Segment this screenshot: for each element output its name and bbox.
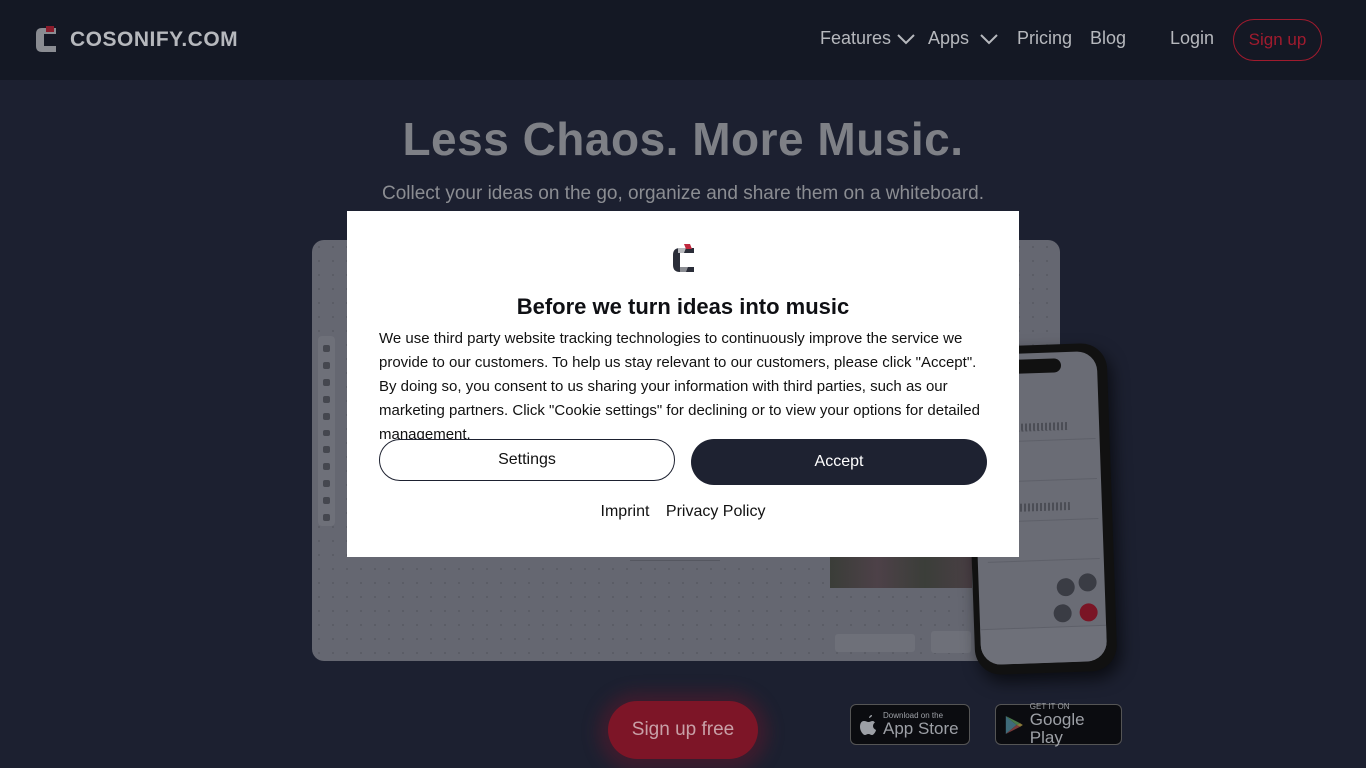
apple-icon — [860, 714, 876, 735]
google-play-badge[interactable]: GET IT ON Google Play — [995, 702, 1122, 747]
dialog-title: Before we turn ideas into music — [516, 294, 850, 319]
chevron-down-icon — [980, 33, 998, 44]
google-play-text: GET IT ON Google Play — [1030, 702, 1113, 747]
tool-icon — [323, 480, 330, 488]
privacy-policy-link[interactable]: Privacy Policy — [666, 503, 766, 520]
nav-apps-label: Apps — [928, 28, 970, 48]
tool-icon — [323, 361, 330, 369]
site-header: COSONIFY.COM Features Apps Pricing Blog … — [0, 0, 1366, 80]
tool-icon — [323, 514, 330, 521]
hero-title: Less Chaos. More Music. — [402, 113, 964, 165]
undo-redo-controls — [931, 631, 971, 653]
tool-icon — [323, 463, 330, 471]
image-icon — [1078, 573, 1097, 592]
google-play-icon — [1005, 715, 1023, 734]
tool-icon — [323, 446, 330, 454]
chevron-down-icon — [897, 33, 915, 44]
app-store-badge[interactable]: Download on the App Store — [850, 704, 970, 745]
settings-button[interactable]: Settings — [379, 439, 675, 481]
nav-features[interactable]: Features — [820, 28, 915, 49]
signup-free-button[interactable]: Sign up free — [608, 701, 758, 759]
cookie-consent-dialog: Before we turn ideas into music We use t… — [347, 211, 1019, 557]
signup-button[interactable]: Sign up — [1233, 19, 1322, 61]
whiteboard-toolbar — [318, 336, 335, 526]
tool-icon — [323, 345, 330, 352]
tool-icon — [323, 395, 330, 403]
close-icon — [1079, 603, 1098, 622]
app-store-text: Download on the App Store — [883, 711, 959, 738]
tool-icon — [323, 378, 330, 386]
mic-icon — [1053, 603, 1072, 623]
app-store-big-text: App Store — [883, 719, 959, 738]
board-photo — [830, 556, 972, 588]
cosonify-logo-icon — [673, 244, 694, 272]
site-logo[interactable]: COSONIFY.COM — [32, 24, 238, 56]
dialog-links: Imprint Privacy Policy — [347, 503, 1019, 521]
nav-login[interactable]: Login — [1170, 28, 1214, 49]
text-icon — [1056, 577, 1076, 597]
brand-name: COSONIFY.COM — [70, 28, 239, 51]
phone-tab-bar — [980, 624, 1108, 666]
nav-features-label: Features — [820, 28, 892, 48]
nav-pricing[interactable]: Pricing — [1017, 28, 1072, 49]
modal-logo — [670, 242, 698, 281]
tool-icon — [323, 412, 330, 420]
tool-icon — [323, 429, 330, 437]
hero-subtitle: Collect your ideas on the go, organize a… — [381, 183, 985, 204]
imprint-link[interactable]: Imprint — [601, 503, 650, 520]
dialog-body: We use third party website tracking tech… — [379, 330, 980, 443]
tool-icon — [323, 497, 330, 505]
accept-button[interactable]: Accept — [691, 439, 987, 485]
cosonify-logo-icon — [36, 26, 56, 52]
nav-blog[interactable]: Blog — [1090, 28, 1126, 49]
google-play-big-text: Google Play — [1029, 710, 1085, 747]
drag-hint — [835, 634, 915, 652]
nav-apps[interactable]: Apps — [928, 28, 1001, 49]
